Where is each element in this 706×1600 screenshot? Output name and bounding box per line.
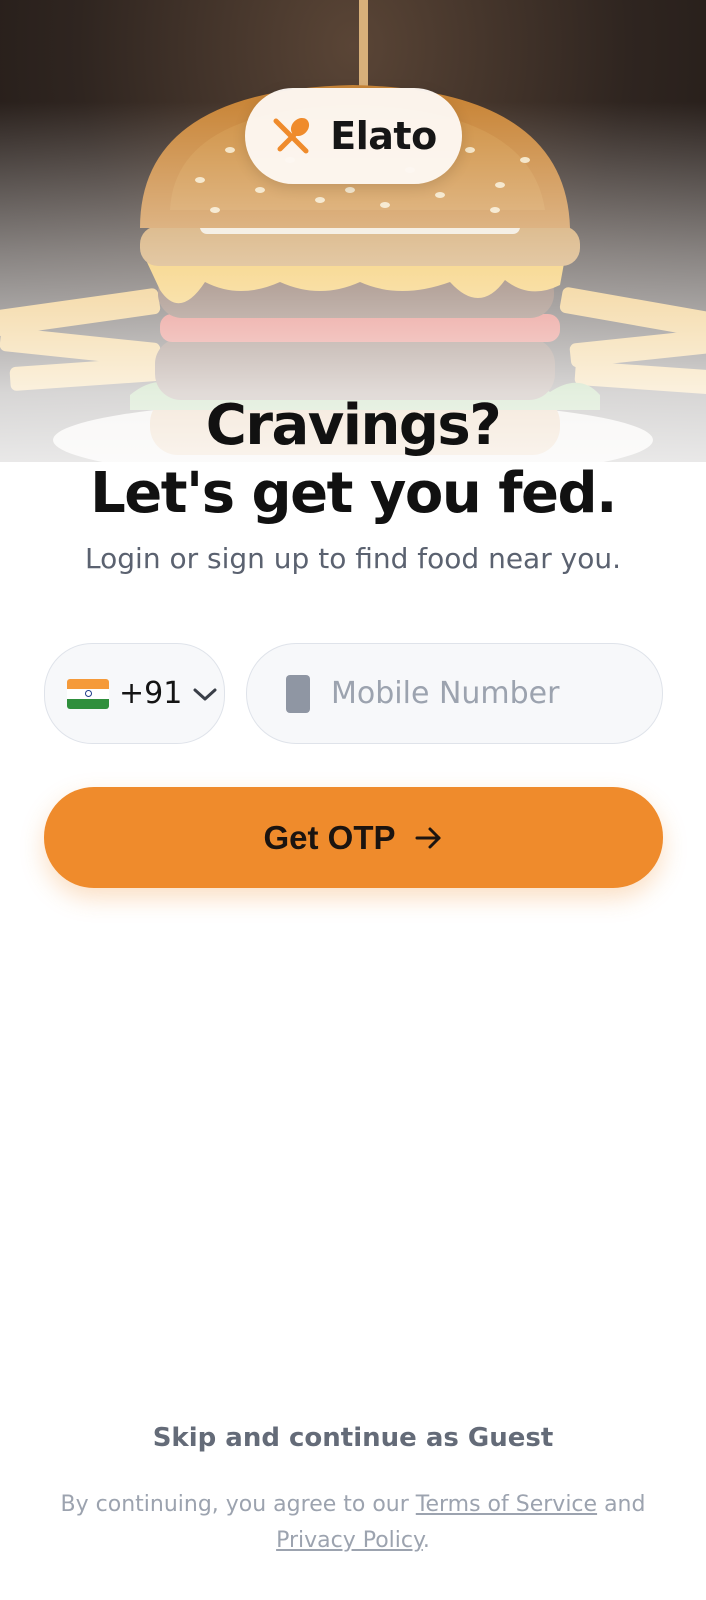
terms-of-service-link[interactable]: Terms of Service	[416, 1492, 597, 1517]
arrow-right-icon	[414, 824, 444, 852]
mobile-number-input[interactable]	[329, 675, 629, 712]
phone-icon	[285, 674, 311, 714]
country-code-selector[interactable]: +91	[44, 643, 225, 744]
mobile-number-field[interactable]	[246, 643, 663, 744]
page-title: Cravings? Let's get you fed.	[0, 392, 706, 528]
country-code-value: +91	[119, 676, 183, 711]
headline-line-2: Let's get you fed.	[90, 461, 617, 526]
brand-name: Elato	[330, 114, 437, 158]
legal-prefix: By continuing, you agree to our	[60, 1492, 416, 1517]
get-otp-label: Get OTP	[263, 818, 396, 856]
legal-notice: By continuing, you agree to our Terms of…	[60, 1487, 646, 1559]
get-otp-button[interactable]: Get OTP	[44, 787, 663, 888]
brand-badge: Elato	[245, 88, 462, 184]
privacy-policy-link[interactable]: Privacy Policy	[276, 1528, 423, 1553]
legal-suffix: .	[422, 1528, 430, 1553]
skip-guest-link[interactable]: Skip and continue as Guest	[0, 1423, 706, 1453]
legal-middle: and	[597, 1492, 646, 1517]
headline-line-1: Cravings?	[205, 393, 502, 458]
chevron-down-icon	[192, 684, 218, 704]
fork-spoon-icon	[270, 115, 312, 157]
page-subtitle: Login or sign up to find food near you.	[85, 542, 621, 575]
india-flag-icon	[67, 678, 109, 709]
